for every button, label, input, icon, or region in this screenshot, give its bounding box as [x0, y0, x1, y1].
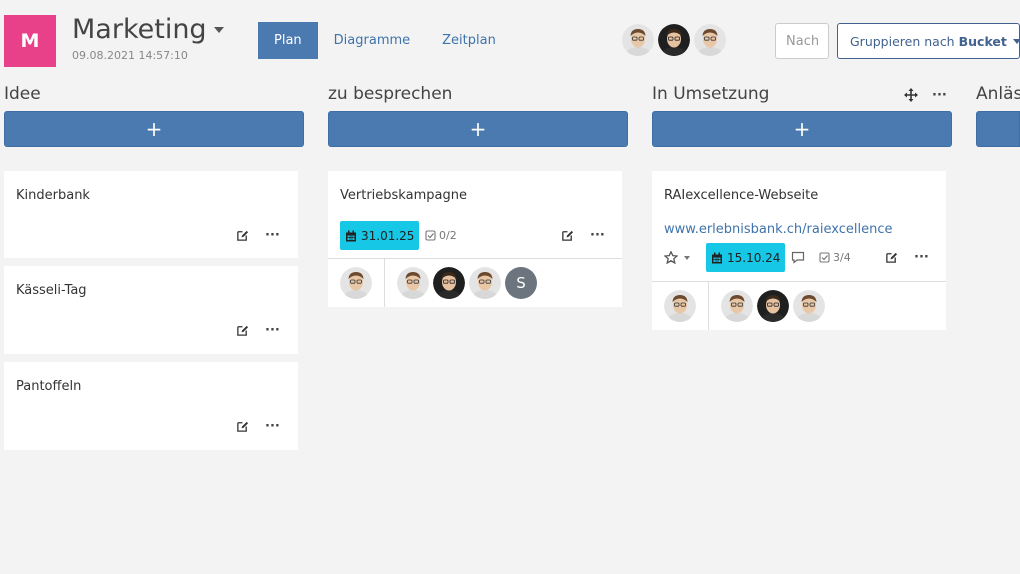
task-title: Kässeli-Tag	[16, 283, 87, 298]
task-card[interactable]: RAIexcellence-Webseite www.erlebnisbank.…	[652, 171, 946, 330]
avatar[interactable]	[664, 290, 696, 322]
app-header: M Marketing 09.08.2021 14:57:10 Plan Dia…	[0, 0, 1020, 80]
checklist-count: 3/4	[833, 251, 851, 264]
page-title: Marketing	[72, 14, 207, 45]
checklist-icon	[425, 230, 436, 241]
edit-icon[interactable]	[561, 229, 574, 242]
add-task-button[interactable]	[976, 111, 1020, 147]
tab-diagramme[interactable]: Diagramme	[318, 22, 426, 59]
checklist-icon	[819, 252, 830, 263]
calendar-icon	[711, 251, 723, 264]
view-tabs: Plan Diagramme Zeitplan	[258, 22, 512, 59]
edit-icon[interactable]	[236, 324, 249, 337]
due-date-badge[interactable]: 15.10.24	[706, 243, 786, 272]
avatar[interactable]	[340, 267, 372, 299]
group-by-label: Gruppieren nach	[850, 33, 955, 49]
search-input[interactable]	[775, 23, 829, 59]
task-card[interactable]: Vertriebskampagne 31.01.25 0/2 ··· S	[328, 171, 622, 307]
more-options-icon[interactable]: ···	[590, 229, 605, 242]
due-date-badge[interactable]: 31.01.25	[340, 221, 420, 250]
checklist-count: 0/2	[439, 229, 457, 242]
bucket-zu-besprechen: zu besprechen	[328, 84, 452, 110]
more-options-icon[interactable]: ···	[932, 89, 947, 102]
chevron-down-icon	[684, 255, 690, 260]
card-footer: S	[328, 258, 622, 307]
calendar-icon	[345, 229, 357, 242]
avatar[interactable]	[721, 290, 753, 322]
edit-icon[interactable]	[885, 251, 898, 264]
chevron-down-icon	[1012, 38, 1020, 44]
card-footer	[652, 281, 946, 330]
member-avatars	[622, 24, 726, 56]
task-card[interactable]: Pantoffeln ···	[4, 362, 298, 450]
edit-icon[interactable]	[236, 229, 249, 242]
chevron-down-icon	[213, 26, 224, 33]
bucket-title: Idee	[4, 84, 41, 104]
bucket-title: In Umsetzung	[652, 84, 770, 104]
comment-icon	[791, 251, 805, 264]
priority-dropdown[interactable]	[664, 251, 690, 264]
bucket-in-umsetzung: In Umsetzung	[652, 84, 769, 110]
task-title: Pantoffeln	[16, 379, 82, 394]
checklist-progress: 0/2	[425, 229, 457, 242]
checklist-progress: 3/4	[819, 251, 851, 264]
bucket-tools: ···	[904, 88, 947, 102]
more-options-icon[interactable]: ···	[265, 229, 280, 242]
assignees: S	[397, 267, 537, 299]
avatar[interactable]	[397, 267, 429, 299]
plan-title-dropdown[interactable]: Marketing	[72, 14, 224, 45]
due-date: 15.10.24	[727, 250, 781, 265]
avatar-initial[interactable]: S	[505, 267, 537, 299]
task-title: RAIexcellence-Webseite	[664, 188, 819, 203]
avatar[interactable]	[469, 267, 501, 299]
avatar[interactable]	[658, 24, 690, 56]
task-title: Vertriebskampagne	[340, 188, 467, 203]
task-card[interactable]: Kässeli-Tag ···	[4, 266, 298, 354]
avatar[interactable]	[757, 290, 789, 322]
more-options-icon[interactable]: ···	[265, 420, 280, 433]
tab-zeitplan[interactable]: Zeitplan	[426, 22, 512, 59]
move-icon[interactable]	[904, 88, 918, 102]
assignees	[721, 290, 825, 322]
bucket-title: zu besprechen	[328, 84, 453, 104]
add-task-button[interactable]: +	[4, 111, 304, 147]
plan-logo: M	[4, 15, 56, 67]
star-icon	[664, 251, 678, 264]
task-card[interactable]: Kinderbank ···	[4, 171, 298, 258]
more-options-icon[interactable]: ···	[914, 251, 929, 264]
bucket-title: Anläss	[976, 84, 1020, 104]
edit-icon[interactable]	[236, 420, 249, 433]
avatar[interactable]	[433, 267, 465, 299]
due-date: 31.01.25	[361, 228, 415, 243]
avatar[interactable]	[622, 24, 654, 56]
add-task-button[interactable]: +	[652, 111, 952, 147]
bucket-idee: Idee	[4, 84, 41, 110]
group-by-button[interactable]: Gruppieren nach Bucket	[837, 23, 1020, 59]
task-title: Kinderbank	[16, 188, 90, 203]
more-options-icon[interactable]: ···	[265, 324, 280, 337]
avatar[interactable]	[793, 290, 825, 322]
avatar[interactable]	[694, 24, 726, 56]
task-link[interactable]: www.erlebnisbank.ch/raiexcellence	[664, 222, 892, 237]
bucket-anlaesse: Anläss	[976, 84, 1020, 110]
plan-timestamp: 09.08.2021 14:57:10	[72, 49, 188, 62]
tab-plan[interactable]: Plan	[258, 22, 318, 59]
add-task-button[interactable]: +	[328, 111, 628, 147]
group-by-value: Bucket	[958, 33, 1007, 49]
